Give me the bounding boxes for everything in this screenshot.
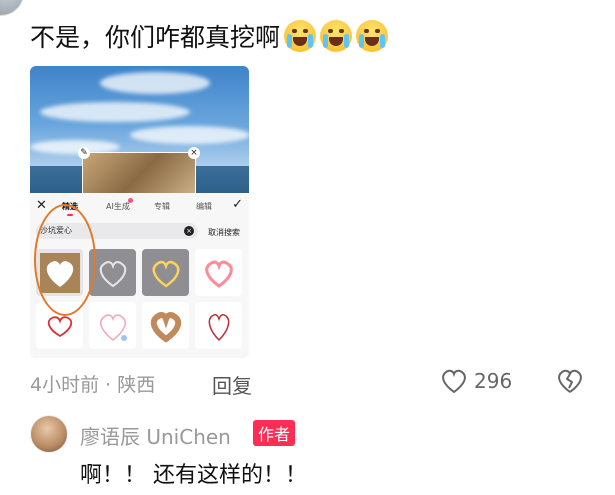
reply-username[interactable]: 廖语辰 UniChen xyxy=(80,421,231,450)
tab-ai-generated: AI生成 xyxy=(106,202,130,211)
heart-sticker-glow xyxy=(195,249,242,296)
reply-text: 啊！！ 还有这样的！！ xyxy=(80,463,307,488)
broken-heart-icon xyxy=(558,369,582,393)
heart-sticker-hands xyxy=(142,302,189,349)
crying-face-icon xyxy=(284,20,317,52)
like-count: 296 xyxy=(474,369,513,393)
comment-text: 不是，你们咋都真挖啊 xyxy=(30,18,389,54)
avatar[interactable] xyxy=(0,0,24,16)
crying-face-icon xyxy=(356,20,389,52)
author-badge: 作者 xyxy=(253,420,296,446)
annotation-circle xyxy=(34,204,96,316)
clear-icon: × xyxy=(184,226,194,236)
comment-body: 不是，你们咋都真挖啊 xyxy=(30,23,281,52)
check-icon: ✓ xyxy=(232,197,243,212)
tab-edit: 编辑 xyxy=(196,202,212,211)
heart-sticker-outline-gray xyxy=(89,249,136,296)
heart-sticker-gold xyxy=(142,249,189,296)
comment-time-location: 4小时前 · 陕西 xyxy=(30,374,156,396)
new-dot-icon xyxy=(128,198,133,203)
heart-icon xyxy=(442,369,466,394)
crying-face-icon xyxy=(320,20,353,52)
avatar[interactable] xyxy=(30,415,68,453)
reply-button[interactable]: 回复 xyxy=(212,370,252,399)
tab-album: 专辑 xyxy=(154,202,170,211)
like-button[interactable]: 296 xyxy=(440,368,512,394)
close-icon: ✕ xyxy=(36,198,47,213)
comment-image[interactable]: ✎ × ✕ 精选 AI生成 专辑 编辑 ✓ 沙坑爱心 × 取消搜索 xyxy=(30,66,249,358)
dislike-button[interactable] xyxy=(556,368,584,398)
heart-sticker-pink-line xyxy=(89,302,136,349)
edit-icon: ✎ xyxy=(78,147,90,159)
heart-sticker-red-sketch xyxy=(195,302,242,349)
close-icon: × xyxy=(188,147,200,159)
cancel-search-label: 取消搜索 xyxy=(208,228,240,237)
